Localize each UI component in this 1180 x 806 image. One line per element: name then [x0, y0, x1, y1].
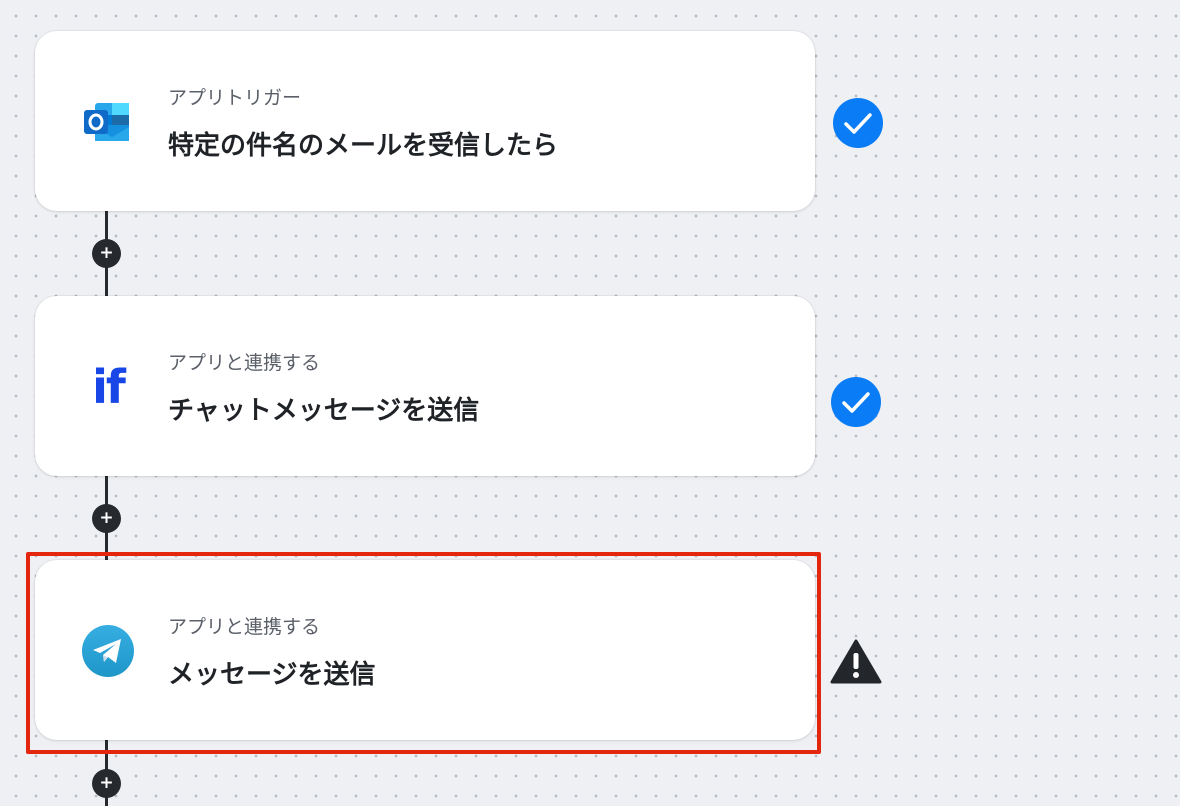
step-type-label: アプリと連携する — [168, 616, 321, 638]
warning-icon — [830, 638, 882, 690]
step-type-label: アプリトリガー — [168, 87, 302, 109]
step-card-send-message[interactable]: アプリと連携する メッセージを送信 — [35, 560, 815, 740]
if-logo-text: if — [92, 360, 126, 414]
check-complete-icon — [832, 97, 884, 149]
step-card-chat-message[interactable]: if アプリと連携する チャットメッセージを送信 — [35, 296, 815, 476]
if-logo-icon: if — [79, 358, 137, 416]
outlook-icon — [79, 93, 137, 151]
telegram-icon — [79, 622, 137, 680]
step-card-trigger[interactable]: アプリトリガー 特定の件名のメールを受信したら — [35, 31, 815, 211]
add-step-button[interactable]: + — [92, 504, 121, 533]
check-complete-icon — [830, 376, 882, 428]
add-step-button[interactable]: + — [92, 239, 121, 268]
step-type-label: アプリと連携する — [168, 352, 321, 374]
step-title: メッセージを送信 — [168, 660, 376, 690]
step-title: 特定の件名のメールを受信したら — [168, 131, 559, 161]
step-title: チャットメッセージを送信 — [168, 396, 480, 426]
add-step-button[interactable]: + — [92, 769, 121, 798]
